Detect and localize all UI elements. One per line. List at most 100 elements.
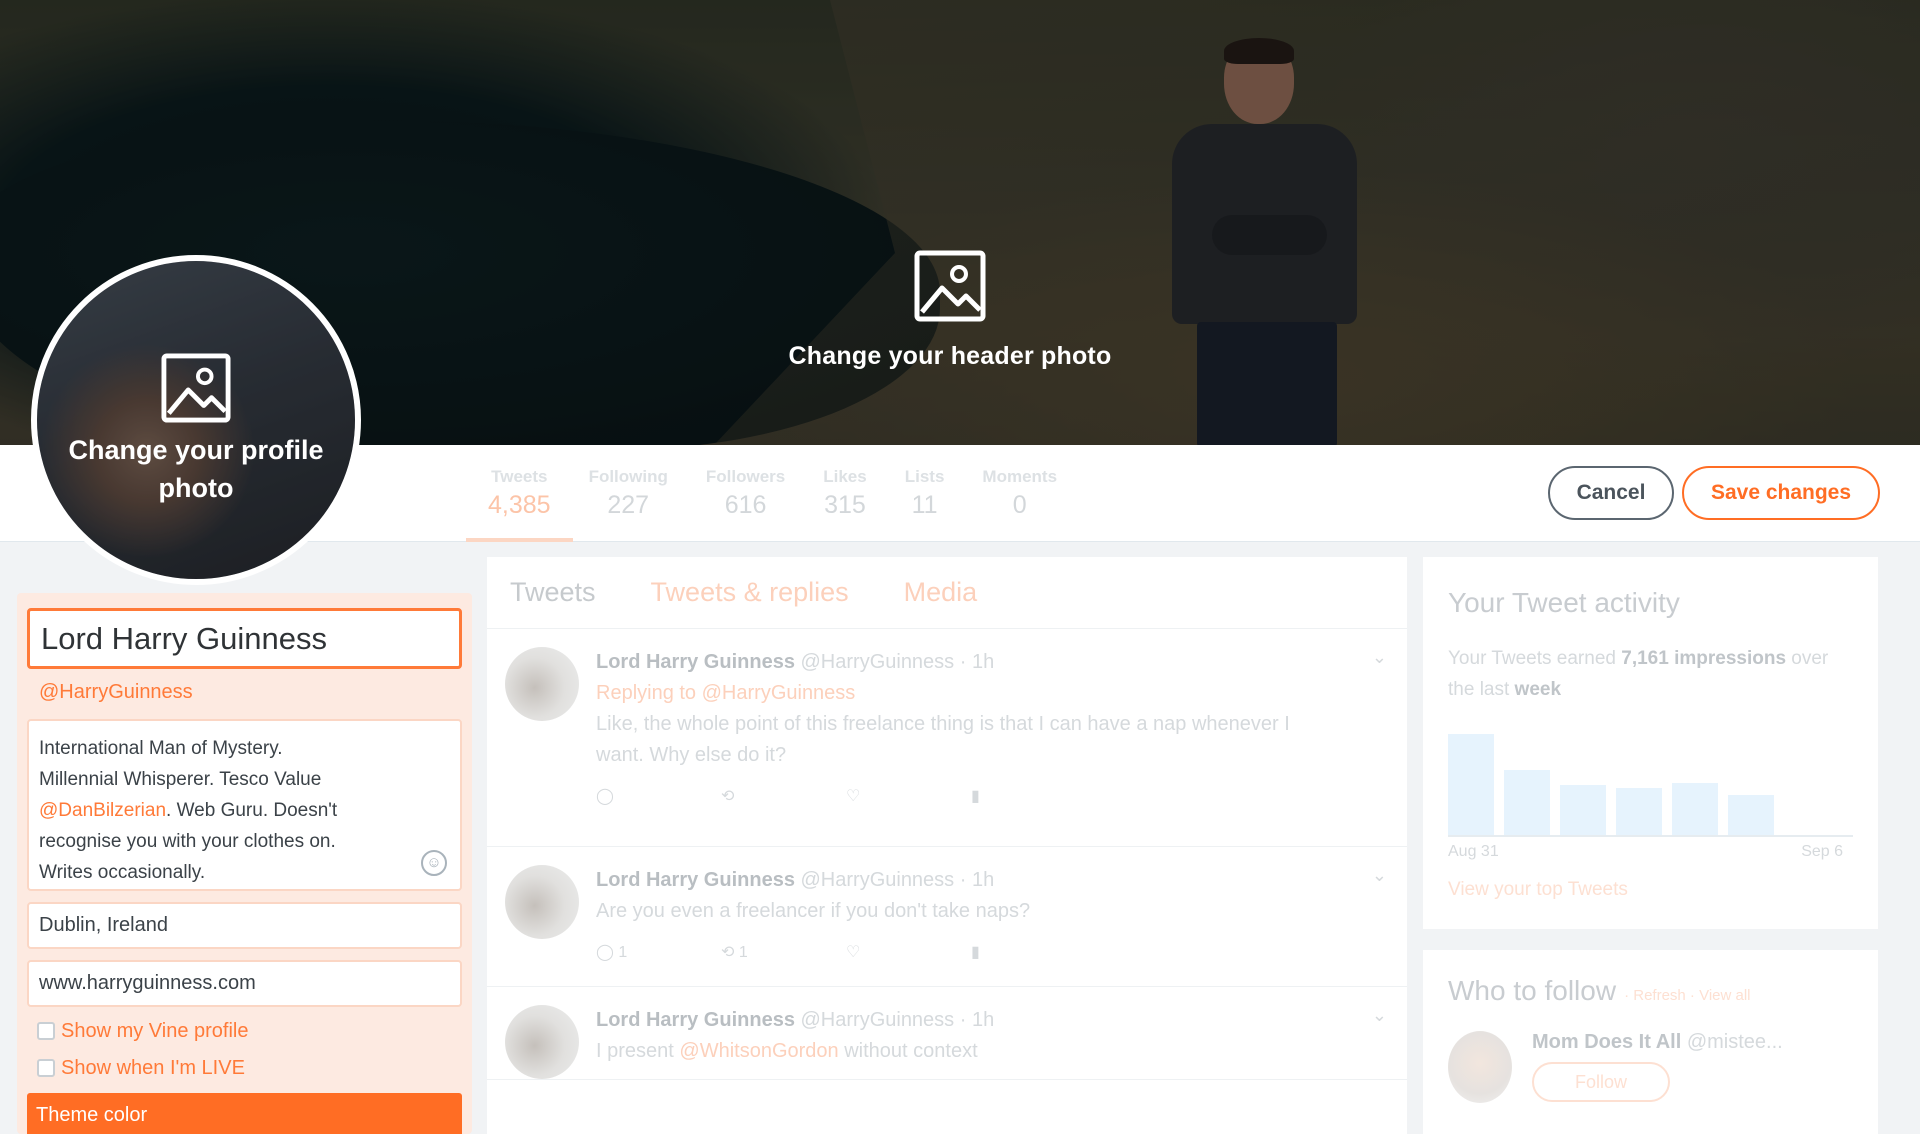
live-label: Show when I'm LIVE: [61, 1056, 245, 1079]
stat-label: Lists: [904, 467, 945, 486]
chevron-down-icon[interactable]: ⌄: [1372, 1005, 1387, 1026]
retweet-icon[interactable]: ⟲ 1: [721, 937, 846, 977]
tweet-text: Are you even a freelancer if you don't t…: [596, 900, 1031, 922]
reply-mention[interactable]: @HarryGuinness: [702, 682, 856, 704]
suggestion-name-line[interactable]: Mom Does It All @mistee...: [1532, 1031, 1783, 1054]
tweet-reply-line: Replying to @HarryGuinness: [596, 678, 1376, 709]
like-icon[interactable]: ♡: [846, 781, 971, 821]
tweet-meta: Lord Harry Guinness @HarryGuinness · 1h: [596, 865, 1376, 896]
profile-photo[interactable]: Change your profile photo: [31, 255, 361, 585]
refresh-view-all-link[interactable]: · Refresh · View all: [1624, 987, 1750, 1004]
vine-profile-label: Show my Vine profile: [61, 1019, 249, 1042]
tweet-handle-time: @HarryGuinness · 1h: [800, 1009, 995, 1031]
tweet-item[interactable]: Lord Harry Guinness @HarryGuinness · 1h …: [487, 987, 1407, 1080]
timeline-tabs: Tweets Tweets & replies Media: [487, 557, 1407, 629]
bio-line: Millennial Whisperer. Tesco Value: [39, 769, 322, 790]
tweet-author[interactable]: Lord Harry Guinness: [596, 651, 795, 673]
tweet-meta: Lord Harry Guinness @HarryGuinness · 1h: [596, 647, 1376, 678]
follow-button[interactable]: Follow: [1532, 1062, 1670, 1102]
suggestion-avatar[interactable]: [1448, 1031, 1512, 1103]
stat-value: 11: [911, 491, 938, 519]
tab-tweets[interactable]: Tweets: [510, 577, 596, 608]
bio-field[interactable]: International Man of Mystery. Millennial…: [27, 719, 462, 891]
stat-lists[interactable]: Lists 11: [905, 445, 945, 542]
analytics-icon[interactable]: ▮: [971, 937, 1096, 977]
tweet-text-suffix: without context: [844, 1040, 978, 1062]
suggestion-name: Mom Does It All: [1532, 1031, 1682, 1053]
tweet-activity-card: Your Tweet activity Your Tweets earned 7…: [1423, 557, 1878, 929]
location-field[interactable]: Dublin, Ireland: [27, 902, 462, 949]
tweet-avatar[interactable]: [505, 865, 579, 939]
activity-title: Your Tweet activity: [1448, 587, 1680, 618]
theme-color-button[interactable]: Theme color: [27, 1093, 462, 1134]
stat-label: Followers: [705, 467, 786, 486]
activity-end-date: Sep 6: [1801, 843, 1843, 860]
tweet-text-prefix: I present: [596, 1040, 674, 1062]
change-header-label: Change your header photo: [788, 342, 1112, 370]
stat-label: Tweets: [491, 467, 548, 486]
who-to-follow-title: Who to follow: [1448, 975, 1617, 1006]
stat-likes[interactable]: Likes 315: [823, 445, 866, 542]
activity-bar-2: [1560, 785, 1606, 835]
retweet-icon[interactable]: ⟲: [721, 781, 846, 821]
cancel-button[interactable]: Cancel: [1548, 466, 1674, 520]
bio-line: @DanBilzerian. Web Guru. Doesn't: [39, 795, 450, 826]
profile-edit-panel: Lord Harry Guinness @HarryGuinness Inter…: [17, 593, 472, 1134]
activity-start-date: Aug 31: [1448, 843, 1499, 860]
reply-prefix: Replying to: [596, 682, 697, 704]
bio-mention[interactable]: @DanBilzerian: [39, 800, 166, 821]
reply-icon[interactable]: ◯: [596, 781, 721, 821]
reply-icon[interactable]: ◯ 1: [596, 937, 721, 977]
stat-tweets[interactable]: Tweets 4,385: [466, 445, 573, 542]
tweet-text: Like, the whole point of this freelance …: [596, 713, 1290, 735]
tweet-author[interactable]: Lord Harry Guinness: [596, 869, 795, 891]
live-checkbox[interactable]: [37, 1059, 55, 1077]
tab-media[interactable]: Media: [904, 577, 978, 608]
activity-period: week: [1514, 679, 1562, 700]
stat-followers[interactable]: Followers 616: [706, 445, 785, 542]
tweet-actions: ◯ 1 ⟲ 1 ♡ ▮: [596, 937, 1376, 977]
change-profile-photo-button[interactable]: Change your profile photo: [37, 353, 355, 507]
emoji-icon[interactable]: ☺: [421, 850, 447, 876]
stat-following[interactable]: Following 227: [589, 445, 668, 542]
analytics-icon[interactable]: ▮: [971, 781, 1096, 821]
chevron-down-icon[interactable]: ⌄: [1372, 647, 1387, 668]
name-field[interactable]: Lord Harry Guinness: [27, 608, 462, 669]
change-header-photo-button[interactable]: Change your header photo: [740, 250, 1160, 371]
activity-bar-0: [1448, 734, 1494, 835]
tweet-text: I present @WhitsonGordon without context: [596, 1036, 1376, 1067]
stat-value: 616: [724, 491, 767, 519]
activity-summary: Your Tweets earned 7,161 impressions ove…: [1448, 643, 1848, 705]
tweet-item[interactable]: Lord Harry Guinness @HarryGuinness · 1h …: [487, 629, 1407, 847]
tweet-avatar[interactable]: [505, 647, 579, 721]
vine-profile-checkbox[interactable]: [37, 1022, 55, 1040]
activity-bar-4: [1672, 783, 1718, 835]
tweet-item[interactable]: Lord Harry Guinness @HarryGuinness · 1h …: [487, 847, 1407, 987]
tweet-author[interactable]: Lord Harry Guinness: [596, 1009, 795, 1031]
who-to-follow-header: Who to follow · Refresh · View all: [1448, 975, 1853, 1007]
tweet-actions: ◯ ⟲ ♡ ▮: [596, 781, 1376, 821]
tweet-avatar[interactable]: [505, 1005, 579, 1079]
tweet-meta: Lord Harry Guinness @HarryGuinness · 1h: [596, 1005, 1376, 1036]
live-toggle[interactable]: Show when I'm LIVE: [37, 1055, 462, 1081]
save-changes-button[interactable]: Save changes: [1682, 466, 1880, 520]
activity-bar-3: [1616, 788, 1662, 835]
website-field[interactable]: www.harryguinness.com: [27, 960, 462, 1007]
stat-value: 0: [1012, 491, 1027, 519]
vine-profile-toggle[interactable]: Show my Vine profile: [37, 1018, 462, 1044]
tweet-mention[interactable]: @WhitsonGordon: [679, 1040, 838, 1062]
stat-value: 315: [824, 491, 866, 519]
suggestion-handle: @mistee...: [1686, 1031, 1783, 1053]
stat-label: Likes: [823, 467, 867, 486]
chevron-down-icon[interactable]: ⌄: [1372, 865, 1387, 886]
tab-tweets-replies[interactable]: Tweets & replies: [651, 577, 849, 608]
bio-text: . Web Guru. Doesn't: [166, 800, 338, 821]
tweet-text: want. Why else do it?: [596, 744, 787, 766]
view-top-tweets-link[interactable]: View your top Tweets: [1448, 879, 1853, 901]
like-icon[interactable]: ♡: [846, 937, 971, 977]
bio-line: Writes occasionally.: [39, 862, 206, 883]
stat-moments[interactable]: Moments 0: [982, 445, 1057, 542]
change-profile-label-line2: photo: [158, 473, 234, 503]
stat-label: Following: [588, 467, 668, 486]
activity-bar-chart: [1448, 719, 1853, 837]
